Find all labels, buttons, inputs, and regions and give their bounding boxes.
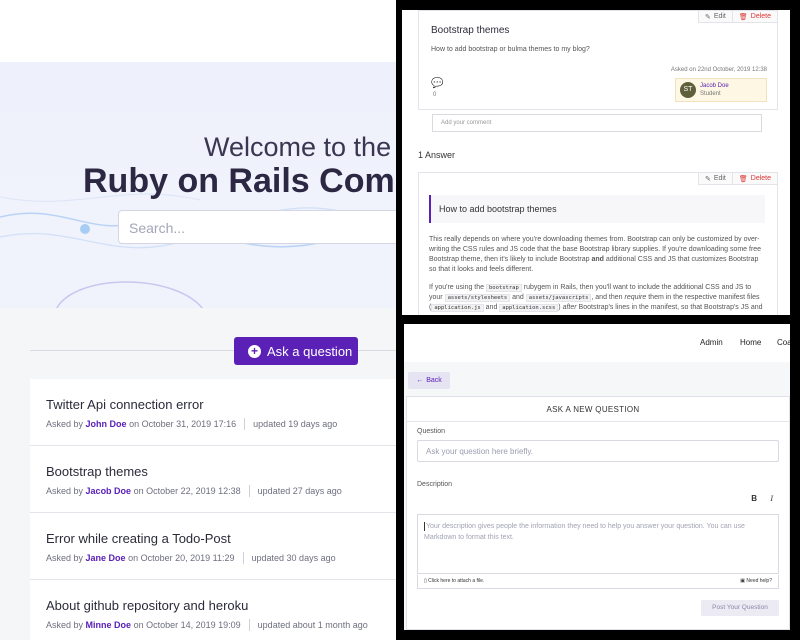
answer-paragraph: This really depends on where you're down… — [429, 236, 762, 273]
edit-button[interactable]: ✎ Edit — [697, 11, 732, 23]
edit-label: Edit — [713, 13, 726, 20]
comment-icon[interactable]: 💬 — [431, 78, 443, 89]
screenshot-collage: Welcome to the Ruby on Rails Comm Search… — [0, 0, 800, 640]
form-divider — [407, 421, 790, 422]
question-label: Question — [417, 428, 446, 435]
attach-bar[interactable]: ▯ Click here to attach a file. ▣ Need he… — [417, 575, 779, 589]
edit-label: Edit — [713, 175, 726, 182]
asked-by-label: Asked by — [46, 620, 84, 630]
back-label: Back — [426, 377, 442, 384]
author-link[interactable]: Jacob Doe — [86, 486, 132, 496]
comment-input[interactable]: Add your comment — [432, 114, 762, 132]
question-title[interactable]: Error while creating a Todo-Post — [46, 531, 380, 546]
updated-time: updated 30 days ago — [251, 553, 336, 563]
new-question-panel: Admin Home Coa ← Back ASK A NEW QUESTION… — [404, 324, 790, 630]
nav-admin[interactable]: Admin — [700, 338, 723, 347]
trash-icon: 🗑 — [738, 175, 748, 183]
edit-icon: ✎ — [704, 13, 711, 21]
question-detail-panel: ✎ Edit 🗑 Delete Bootstrap themes How to ad… — [402, 10, 790, 315]
ask-question-label: Ask a question — [267, 343, 353, 359]
question-title[interactable]: Bootstrap themes — [46, 464, 380, 479]
description-textarea[interactable]: Your description gives people the inform… — [417, 514, 779, 574]
nav-coa[interactable]: Coa — [777, 338, 790, 347]
hero-title-line2: Ruby on Rails Comm — [83, 162, 396, 200]
need-help-link[interactable]: ▣ Need help? — [740, 578, 772, 584]
author-link[interactable]: Jane Doe — [86, 553, 126, 563]
comment-count: 0 — [433, 92, 437, 98]
markdown-icon: ▣ — [740, 578, 746, 584]
description-label: Description — [417, 481, 453, 488]
answers-count: 1 Answer — [418, 150, 456, 160]
updated-time: updated 19 days ago — [253, 419, 338, 429]
answer-card: ✎ Edit 🗑 Delete How to add bootstrap theme… — [418, 172, 778, 315]
author-name[interactable]: Jacob Doe — [700, 82, 729, 90]
delete-label: Delete — [750, 175, 771, 182]
form-title: ASK A NEW QUESTION — [546, 405, 640, 414]
question-actions: ✎ Edit 🗑 Delete — [697, 11, 777, 23]
asked-by-label: Asked by — [46, 486, 84, 496]
hero-title-line1: Welcome to the — [204, 132, 392, 162]
search-input[interactable]: Search... — [118, 210, 396, 244]
delete-button[interactable]: 🗑 Delete — [731, 11, 777, 23]
list-item[interactable]: Error while creating a Todo-Post Asked b… — [30, 513, 396, 580]
answer-heading: How to add bootstrap themes — [429, 195, 765, 223]
author-link[interactable]: John Doe — [86, 419, 127, 429]
asked-on-date: Asked on 22nd October, 2019 12:38 — [670, 67, 767, 73]
asked-by-label: Asked by — [46, 553, 84, 563]
question-title: Bootstrap themes — [431, 25, 510, 36]
editor-toolbar: B I — [417, 493, 779, 511]
need-help-label: Need help? — [746, 578, 772, 584]
asked-date: on October 14, 2019 19:09 — [133, 620, 241, 630]
author-card: ST Jacob Doe Student — [675, 78, 767, 102]
top-navbar — [0, 0, 396, 62]
question-meta: Asked by John Doe on October 31, 2019 17… — [46, 418, 380, 430]
arrow-left-icon: ← — [416, 377, 424, 384]
author-link[interactable]: Minne Doe — [86, 620, 132, 630]
answer-actions: ✎ Edit 🗑 Delete — [697, 173, 777, 185]
asked-by-label: Asked by — [46, 419, 84, 429]
trash-icon: 🗑 — [738, 13, 748, 21]
edit-button[interactable]: ✎ Edit — [697, 173, 732, 185]
question-input[interactable]: Ask your question here briefly. — [417, 440, 779, 462]
back-button[interactable]: ← Back — [408, 372, 450, 389]
bold-button[interactable]: B — [751, 494, 757, 503]
community-home-panel: Welcome to the Ruby on Rails Comm Search… — [0, 0, 396, 640]
description-placeholder: Your description gives people the inform… — [424, 523, 745, 541]
question-body: How to add bootstrap or bulma themes to … — [431, 46, 590, 53]
question-meta: Asked by Jacob Doe on October 22, 2019 1… — [46, 485, 380, 497]
question-list: Twitter Api connection error Asked by Jo… — [30, 379, 396, 640]
asked-date: on October 31, 2019 17:16 — [129, 419, 237, 429]
ask-question-button[interactable]: + Ask a question — [234, 337, 358, 365]
updated-time: updated about 1 month ago — [257, 620, 368, 630]
list-item[interactable]: Twitter Api connection error Asked by Jo… — [30, 379, 396, 446]
updated-time: updated 27 days ago — [257, 486, 342, 496]
list-item[interactable]: About github repository and heroku Asked… — [30, 580, 396, 640]
attach-label[interactable]: Click here to attach a file. — [428, 578, 484, 584]
delete-label: Delete — [750, 13, 771, 20]
asked-date: on October 20, 2019 11:29 — [128, 553, 235, 563]
nav-home[interactable]: Home — [740, 338, 761, 347]
avatar: ST — [680, 82, 696, 98]
edit-icon: ✎ — [704, 175, 711, 183]
post-question-button[interactable]: Post Your Question — [701, 600, 779, 616]
question-meta: Asked by Jane Doe on October 20, 2019 11… — [46, 552, 380, 564]
plus-circle-icon: + — [248, 344, 261, 358]
list-item[interactable]: Bootstrap themes Asked by Jacob Doe on O… — [30, 446, 396, 513]
file-icon: ▯ — [424, 578, 427, 584]
author-role: Student — [700, 91, 721, 97]
asked-date: on October 22, 2019 12:38 — [133, 486, 241, 496]
question-title[interactable]: About github repository and heroku — [46, 598, 380, 613]
top-navbar: Admin Home Coa — [404, 324, 790, 362]
hero-banner: Welcome to the Ruby on Rails Comm Search… — [0, 62, 396, 308]
italic-button[interactable]: I — [770, 494, 773, 503]
new-question-form: ASK A NEW QUESTION Question Ask your que… — [406, 396, 790, 630]
question-card: ✎ Edit 🗑 Delete Bootstrap themes How to ad… — [418, 10, 778, 110]
question-title[interactable]: Twitter Api connection error — [46, 397, 380, 412]
answer-paragraph: If you're using the bootstrap rubygem in… — [429, 284, 763, 312]
question-meta: Asked by Minne Doe on October 14, 2019 1… — [46, 619, 380, 631]
delete-button[interactable]: 🗑 Delete — [731, 173, 777, 185]
